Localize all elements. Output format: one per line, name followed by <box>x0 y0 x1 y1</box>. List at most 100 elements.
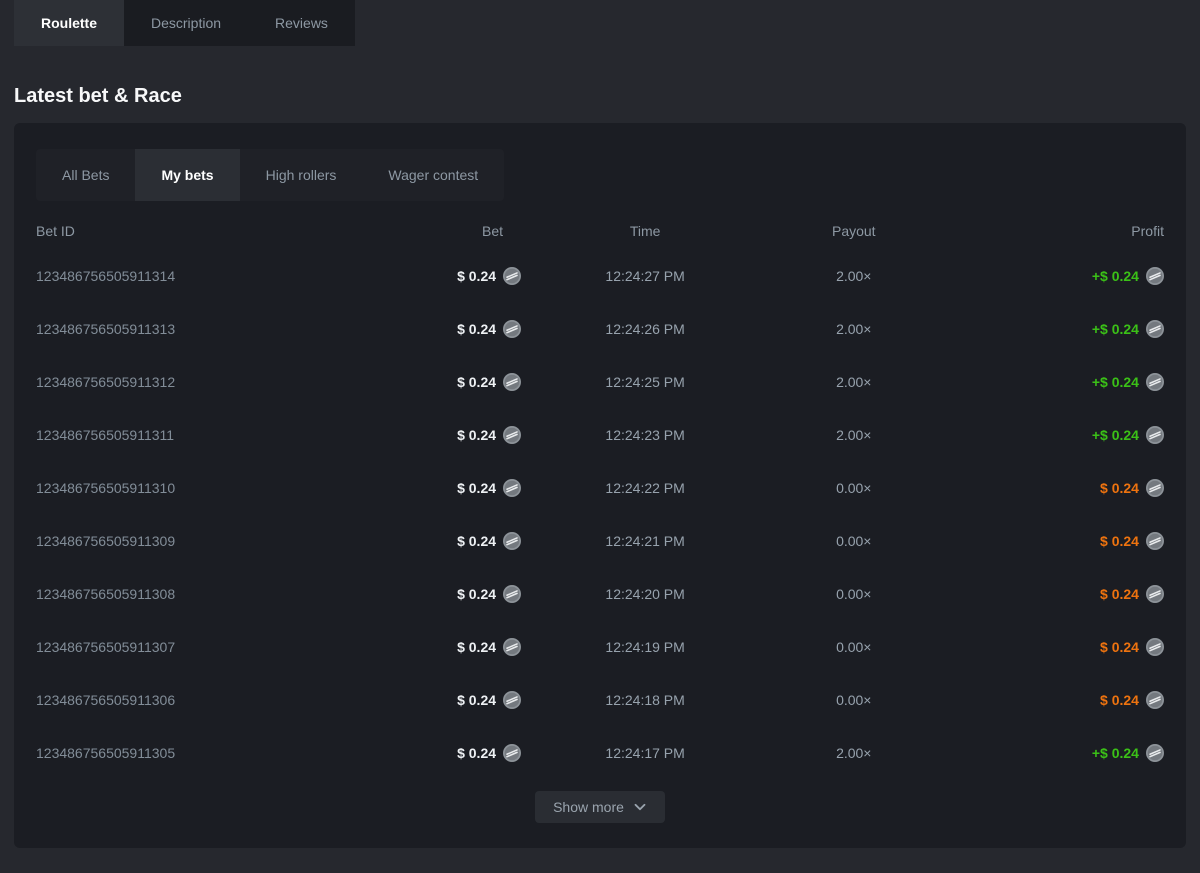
bet-amount: $ 0.24 <box>457 320 521 338</box>
stellar-coin-icon <box>1146 585 1164 603</box>
panel-footer: Show more <box>36 791 1164 823</box>
bet-id[interactable]: 123486756505911314 <box>36 268 175 284</box>
bet-profit-value: +$ 0.24 <box>1092 321 1139 337</box>
bet-row[interactable]: 123486756505911307$ 0.2412:24:19 PM0.00×… <box>36 620 1164 673</box>
stellar-coin-icon <box>503 532 521 550</box>
bet-amount: $ 0.24 <box>457 373 521 391</box>
bet-amount: $ 0.24 <box>457 479 521 497</box>
bet-row[interactable]: 123486756505911308 $ 0.24 12:24:20 PM 0.00×… <box>36 567 1164 620</box>
bet-profit: $ 0.24 <box>1100 691 1164 709</box>
bet-id[interactable]: 123486756505911312 <box>36 374 175 390</box>
bet-profit-value: $ 0.24 <box>1100 480 1139 496</box>
stellar-coin-icon <box>1146 373 1164 391</box>
bet-payout: 0.00× <box>836 639 871 655</box>
bet-time: 12:24:22 PM <box>605 480 684 496</box>
table-header-row: Bet IDBetTimePayoutProfit <box>36 223 1164 239</box>
stellar-coin-icon <box>503 320 521 338</box>
bet-time: 12:24:20 PM <box>605 586 684 602</box>
stellar-coin-icon <box>503 479 521 497</box>
bets-table: Bet IDBetTimePayoutProfit 12348675650591… <box>36 223 1164 779</box>
bet-amount-value: $ 0.24 <box>457 745 496 761</box>
bet-id[interactable]: 123486756505911305 <box>36 745 175 761</box>
bet-amount: $ 0.24 <box>457 426 521 444</box>
bet-amount: $ 0.24 <box>457 267 521 285</box>
bet-profit-value: +$ 0.24 <box>1092 374 1139 390</box>
bet-filter-tab-my-bets[interactable]: My bets <box>135 149 239 201</box>
bet-filter-tabs: All BetsMy betsHigh rollersWager contest <box>36 149 504 201</box>
bet-time: 12:24:23 PM <box>605 427 684 443</box>
bet-amount-value: $ 0.24 <box>457 533 496 549</box>
column-header-time: Time <box>630 223 661 239</box>
stellar-coin-icon <box>503 744 521 762</box>
bet-time: 12:24:25 PM <box>605 374 684 390</box>
stellar-coin-icon <box>1146 744 1164 762</box>
stellar-coin-icon <box>1146 267 1164 285</box>
bet-payout: 2.00× <box>836 427 871 443</box>
bet-profit: $ 0.24 <box>1100 532 1164 550</box>
bet-filter-tab-high-rollers[interactable]: High rollers <box>240 149 363 201</box>
bet-amount-value: $ 0.24 <box>457 268 496 284</box>
bet-profit: +$ 0.24 <box>1092 373 1164 391</box>
stellar-coin-icon <box>503 373 521 391</box>
bet-time: 12:24:17 PM <box>605 745 684 761</box>
bet-payout: 2.00× <box>836 745 871 761</box>
game-tab-reviews[interactable]: Reviews <box>248 0 355 46</box>
bet-payout: 2.00× <box>836 268 871 284</box>
bet-amount-value: $ 0.24 <box>457 692 496 708</box>
stellar-coin-icon <box>1146 479 1164 497</box>
bet-time: 12:24:27 PM <box>605 268 684 284</box>
bet-filter-tab-all-bets[interactable]: All Bets <box>36 149 135 201</box>
stellar-coin-icon <box>503 691 521 709</box>
stellar-coin-icon <box>1146 320 1164 338</box>
column-header-profit: Profit <box>1131 223 1164 239</box>
stellar-coin-icon <box>503 267 521 285</box>
bet-profit: $ 0.24 <box>1100 638 1164 656</box>
stellar-coin-icon <box>503 638 521 656</box>
bet-id[interactable]: 123486756505911307 <box>36 639 175 655</box>
bet-profit-value: $ 0.24 <box>1100 533 1139 549</box>
bet-amount-value: $ 0.24 <box>457 480 496 496</box>
bet-payout: 0.00× <box>836 480 871 496</box>
column-header-bet: Bet <box>482 223 521 239</box>
bet-amount: $ 0.24 <box>457 691 521 709</box>
bet-profit-value: +$ 0.24 <box>1092 268 1139 284</box>
bet-payout: 0.00× <box>836 692 871 708</box>
stellar-coin-icon <box>503 426 521 444</box>
bet-time: 12:24:18 PM <box>605 692 684 708</box>
bet-profit-value: +$ 0.24 <box>1092 427 1139 443</box>
game-tab-description[interactable]: Description <box>124 0 248 46</box>
bet-amount-value: $ 0.24 <box>457 586 496 602</box>
bet-id[interactable]: 123486756505911313 <box>36 321 175 337</box>
bet-row[interactable]: 123486756505911310 $ 0.24 12:24:22 PM 0.00×… <box>36 461 1164 514</box>
bet-row[interactable]: 123486756505911313$ 0.2412:24:26 PM2.00×… <box>36 302 1164 355</box>
bet-profit: $ 0.24 <box>1100 585 1164 603</box>
latest-bets-panel: All BetsMy betsHigh rollersWager contest… <box>14 123 1186 848</box>
bet-row[interactable]: 123486756505911312$ 0.2412:24:25 PM2.00×… <box>36 355 1164 408</box>
bet-row[interactable]: 123486756505911311 $ 0.24 12:24:23 PM 2.00×… <box>36 408 1164 461</box>
show-more-label: Show more <box>553 799 624 815</box>
show-more-button[interactable]: Show more <box>535 791 665 823</box>
bet-payout: 0.00× <box>836 533 871 549</box>
bet-profit-value: $ 0.24 <box>1100 639 1139 655</box>
bet-id[interactable]: 123486756505911309 <box>36 533 175 549</box>
game-tab-roulette[interactable]: Roulette <box>14 0 124 46</box>
bet-profit: +$ 0.24 <box>1092 320 1164 338</box>
bet-payout: 0.00× <box>836 586 871 602</box>
bet-amount: $ 0.24 <box>457 532 521 550</box>
bet-amount-value: $ 0.24 <box>457 321 496 337</box>
bet-id[interactable]: 123486756505911310 <box>36 480 175 496</box>
bet-row[interactable]: 123486756505911314 $ 0.24 12:24:27 PM 2.00×… <box>36 249 1164 302</box>
bet-id[interactable]: 123486756505911308 <box>36 586 175 602</box>
bet-row[interactable]: 123486756505911306 $ 0.24 12:24:18 PM 0.00×… <box>36 673 1164 726</box>
bet-row[interactable]: 123486756505911305 $ 0.24 12:24:17 PM 2.00×… <box>36 726 1164 779</box>
bet-id[interactable]: 123486756505911311 <box>36 427 174 443</box>
bet-amount: $ 0.24 <box>457 638 521 656</box>
bet-row[interactable]: 123486756505911309$ 0.2412:24:21 PM0.00×… <box>36 514 1164 567</box>
bet-id[interactable]: 123486756505911306 <box>36 692 175 708</box>
stellar-coin-icon <box>1146 691 1164 709</box>
bet-filter-tab-wager-contest[interactable]: Wager contest <box>362 149 504 201</box>
stellar-coin-icon <box>1146 426 1164 444</box>
table-body: 123486756505911314 $ 0.24 12:24:27 PM 2.00×… <box>36 249 1164 779</box>
bet-profit-value: $ 0.24 <box>1100 586 1139 602</box>
bet-payout: 2.00× <box>836 321 871 337</box>
